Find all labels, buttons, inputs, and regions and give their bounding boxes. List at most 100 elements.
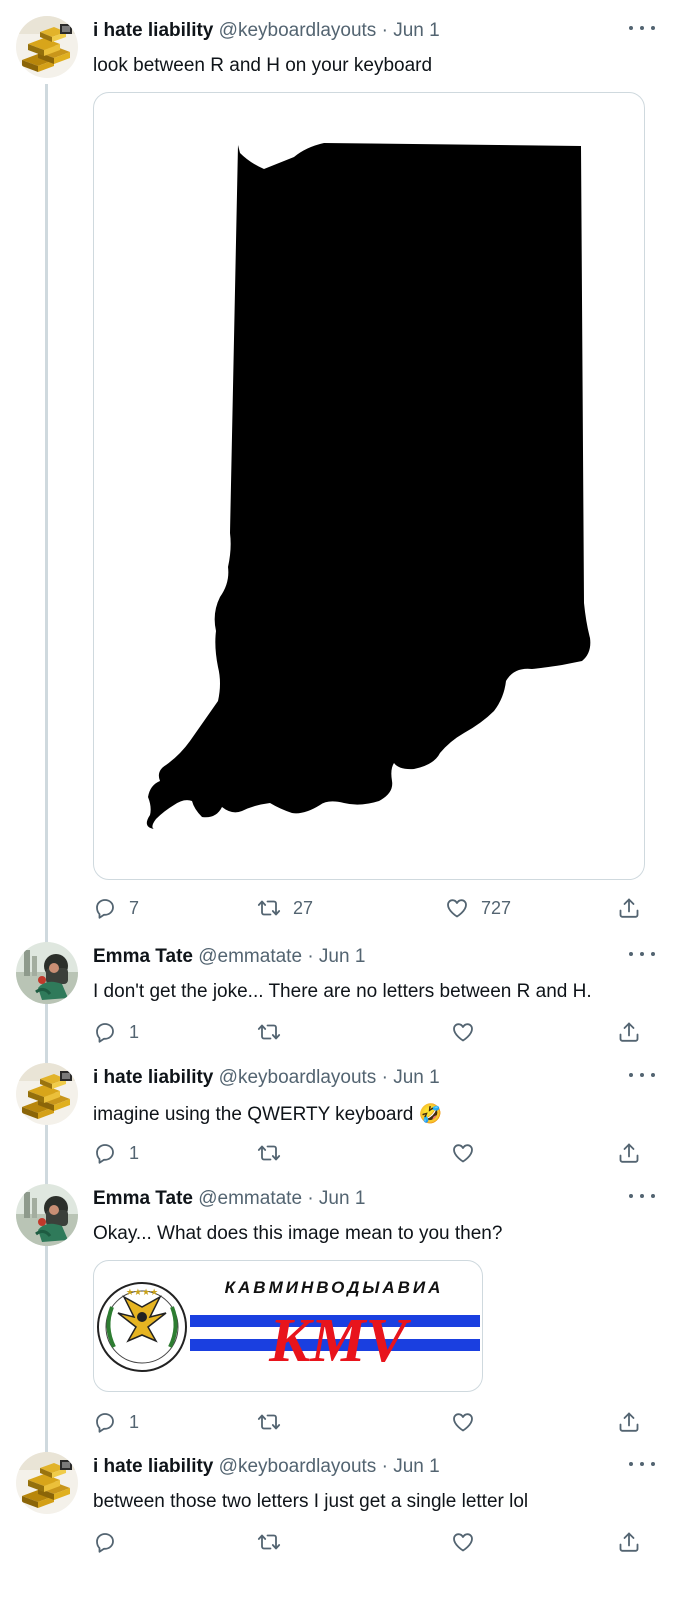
tweet[interactable]: i hate liability @keyboardlayouts · Jun …	[0, 1452, 675, 1592]
avatar[interactable]	[16, 1184, 78, 1246]
share-icon	[617, 1410, 641, 1434]
retweet-icon	[257, 1530, 281, 1554]
retweet-button[interactable]: 27	[257, 896, 313, 920]
separator: ·	[307, 946, 314, 967]
reply-count: 1	[129, 1021, 140, 1042]
more-icon[interactable]	[629, 1454, 655, 1474]
tweet[interactable]: i hate liability @keyboardlayouts · Jun …	[0, 1063, 675, 1171]
like-icon	[451, 1020, 475, 1044]
reply-button[interactable]: 1	[93, 1020, 139, 1044]
more-icon[interactable]	[629, 1186, 655, 1206]
share-icon	[617, 1020, 641, 1044]
reply-icon	[93, 1410, 117, 1434]
display-name[interactable]: i hate liability	[93, 20, 213, 41]
more-icon[interactable]	[629, 18, 655, 38]
share-button[interactable]	[617, 1141, 641, 1165]
share-icon	[617, 896, 641, 920]
user-handle[interactable]: @keyboardlayouts	[219, 1456, 377, 1477]
display-name[interactable]: i hate liability	[93, 1067, 213, 1088]
separator: ·	[381, 1067, 388, 1088]
eagle-emblem-icon: ★★★★	[97, 1282, 187, 1372]
share-button[interactable]	[617, 1410, 641, 1434]
reply-button[interactable]: 7	[93, 896, 139, 920]
share-icon	[617, 1530, 641, 1554]
tweet[interactable]: i hate liability @keyboardlayouts · Jun …	[0, 16, 675, 928]
tweet-actions: 1	[93, 1020, 659, 1046]
tweet-text: I don't get the joke... There are no let…	[93, 981, 592, 1002]
kmv-logo-image: ★★★★ КАВМИНВОДЫАВИА KMV	[97, 1278, 480, 1375]
avatar[interactable]	[16, 16, 78, 78]
retweet-button[interactable]	[257, 1141, 281, 1165]
share-icon	[617, 1141, 641, 1165]
user-handle[interactable]: @emmatate	[198, 946, 302, 967]
more-icon[interactable]	[629, 944, 655, 964]
reply-button[interactable]: 1	[93, 1141, 139, 1165]
tweet-actions: 1	[93, 1141, 659, 1167]
separator: ·	[381, 20, 388, 41]
tweet-date[interactable]: Jun 1	[393, 20, 439, 41]
reply-count: 1	[129, 1411, 140, 1432]
like-button[interactable]	[451, 1410, 475, 1434]
reply-button[interactable]	[93, 1530, 117, 1554]
reply-icon	[93, 1020, 117, 1044]
avatar[interactable]	[16, 1063, 78, 1125]
tweet-date[interactable]: Jun 1	[319, 946, 365, 967]
like-icon	[451, 1141, 475, 1165]
retweet-icon	[257, 1141, 281, 1165]
indiana-map-image	[146, 143, 591, 829]
like-button[interactable]	[451, 1530, 475, 1554]
tweet-date[interactable]: Jun 1	[319, 1188, 365, 1209]
retweet-button[interactable]	[257, 1530, 281, 1554]
tweet-header: Emma Tate @emmatate · Jun 1	[93, 946, 365, 970]
tweet-text: look between R and H on your keyboard	[93, 55, 433, 76]
tweet-image[interactable]	[93, 92, 645, 880]
tweet-actions	[93, 1530, 659, 1556]
share-button[interactable]	[617, 896, 641, 920]
tweet-header: Emma Tate @emmatate · Jun 1	[93, 1188, 365, 1212]
logo-main-text: KMV	[268, 1307, 411, 1375]
display-name[interactable]: i hate liability	[93, 1456, 213, 1477]
like-button[interactable]	[451, 1141, 475, 1165]
retweet-button[interactable]	[257, 1020, 281, 1044]
tweet-image[interactable]: ★★★★ КАВМИНВОДЫАВИА KMV	[93, 1260, 483, 1392]
avatar[interactable]	[16, 1452, 78, 1514]
reply-icon	[93, 896, 117, 920]
reply-count: 7	[129, 897, 140, 918]
reply-icon	[93, 1141, 117, 1165]
retweet-button[interactable]	[257, 1410, 281, 1434]
tweet-header: i hate liability @keyboardlayouts · Jun …	[93, 1067, 440, 1091]
like-icon	[451, 1530, 475, 1554]
tweet-text-body: imagine using the QWERTY keyboard	[93, 1104, 414, 1125]
retweet-count: 27	[293, 897, 314, 918]
share-button[interactable]	[617, 1020, 641, 1044]
logo-top-text: КАВМИНВОДЫАВИА	[225, 1278, 444, 1297]
like-count: 727	[481, 897, 512, 918]
user-handle[interactable]: @emmatate	[198, 1188, 302, 1209]
tweet-header: i hate liability @keyboardlayouts · Jun …	[93, 20, 440, 44]
user-handle[interactable]: @keyboardlayouts	[219, 1067, 377, 1088]
retweet-icon	[257, 1410, 281, 1434]
tweet-actions: 1	[93, 1410, 659, 1436]
svg-text:★★★★: ★★★★	[126, 1288, 158, 1298]
tweet[interactable]: Emma Tate @emmatate · Jun 1 I don't get …	[0, 942, 675, 1050]
reply-count: 1	[129, 1142, 140, 1163]
display-name[interactable]: Emma Tate	[93, 946, 193, 967]
display-name[interactable]: Emma Tate	[93, 1188, 193, 1209]
more-icon[interactable]	[629, 1065, 655, 1085]
like-button[interactable]: 727	[445, 896, 511, 920]
tweet[interactable]: Emma Tate @emmatate · Jun 1 Okay... What…	[0, 1184, 675, 1434]
share-button[interactable]	[617, 1530, 641, 1554]
avatar[interactable]	[16, 942, 78, 1004]
separator: ·	[381, 1456, 388, 1477]
retweet-icon	[257, 1020, 281, 1044]
retweet-icon	[257, 896, 281, 920]
user-handle[interactable]: @keyboardlayouts	[219, 20, 377, 41]
like-icon	[451, 1410, 475, 1434]
tweet-actions: 7 27 727	[93, 896, 659, 922]
reply-button[interactable]: 1	[93, 1410, 139, 1434]
separator: ·	[307, 1188, 314, 1209]
tweet-header: i hate liability @keyboardlayouts · Jun …	[93, 1456, 440, 1480]
tweet-date[interactable]: Jun 1	[393, 1456, 439, 1477]
like-button[interactable]	[451, 1020, 475, 1044]
tweet-date[interactable]: Jun 1	[393, 1067, 439, 1088]
